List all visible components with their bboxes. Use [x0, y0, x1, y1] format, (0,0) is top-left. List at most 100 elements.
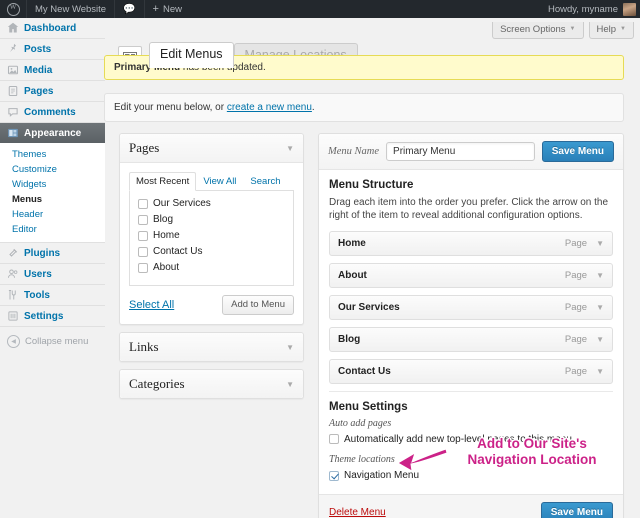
sidebar-item-plugins[interactable]: Plugins [0, 243, 105, 264]
page-checkbox[interactable] [138, 215, 148, 225]
menu-item-row[interactable]: Contact Us Page ▼ [329, 359, 613, 384]
menu-structure-body: Menu Structure Drag each item into the o… [319, 170, 623, 494]
list-item[interactable]: Home [138, 230, 285, 242]
screen-options-button[interactable]: Screen Options ▼ [492, 22, 584, 39]
subtab-most-recent[interactable]: Most Recent [129, 172, 197, 191]
new-content-menu[interactable]: + New [145, 0, 190, 18]
chevron-down-icon[interactable]: ▼ [596, 335, 604, 344]
list-item[interactable]: About [138, 262, 285, 274]
menu-item-label: Blog [338, 334, 361, 345]
sidebar-item-dashboard[interactable]: Dashboard [0, 18, 105, 39]
collapse-menu-label: Collapse menu [25, 335, 89, 347]
auto-add-pages-row[interactable]: Automatically add new top-level pages to… [329, 433, 613, 446]
submenu-item-menus[interactable]: Menus [0, 192, 105, 207]
links-panel-title: Links [129, 339, 159, 354]
page-checkbox[interactable] [138, 247, 148, 257]
sidebar-item-appearance[interactable]: Appearance [0, 123, 112, 143]
add-to-menu-button[interactable]: Add to Menu [222, 295, 294, 315]
menu-item-row[interactable]: Home Page ▼ [329, 231, 613, 256]
admin-sidebar: Dashboard Posts Media Pages Comments App… [0, 18, 112, 518]
create-new-menu-link[interactable]: create a new menu [227, 102, 312, 113]
sidebar-item-label: Users [24, 268, 52, 280]
menu-item-label: About [338, 270, 367, 281]
page-checkbox[interactable] [138, 231, 148, 241]
menu-item-type: Page [564, 302, 588, 313]
wordpress-logo-menu[interactable] [0, 0, 26, 18]
menu-item-meta: Page ▼ [565, 270, 604, 281]
chevron-down-icon[interactable]: ▼ [286, 144, 294, 153]
help-button[interactable]: Help ▼ [588, 22, 634, 39]
submenu-item-editor[interactable]: Editor [0, 222, 105, 237]
auto-add-pages-checkbox[interactable] [329, 434, 339, 444]
sidebar-item-label: Comments [24, 106, 76, 118]
chevron-down-icon[interactable]: ▼ [286, 343, 294, 352]
menu-name-input[interactable] [386, 142, 535, 161]
sidebar-item-tools[interactable]: Tools [0, 285, 105, 306]
menu-item-label: Contact Us [338, 366, 391, 377]
collapse-menu-button[interactable]: ◀ Collapse menu [0, 330, 105, 352]
sidebar-item-users[interactable]: Users [0, 264, 105, 285]
menu-item-meta: Page ▼ [565, 334, 604, 345]
comments-menu[interactable]: 💬 [115, 0, 143, 18]
sidebar-item-comments[interactable]: Comments [0, 102, 105, 123]
page-label: Blog [153, 214, 174, 225]
chevron-down-icon: ▼ [620, 26, 626, 32]
chevron-down-icon[interactable]: ▼ [596, 367, 604, 376]
subtab-search[interactable]: Search [243, 172, 287, 191]
delete-menu-link[interactable]: Delete Menu [329, 507, 386, 518]
sidebar-item-label: Tools [24, 289, 50, 301]
menu-item-type: Page [564, 334, 588, 345]
submenu-item-widgets[interactable]: Widgets [0, 177, 105, 192]
list-item[interactable]: Contact Us [138, 246, 285, 258]
menu-item-type: Page [564, 270, 588, 281]
wordpress-logo-icon [6, 2, 20, 16]
edit-menu-info: Edit your menu below, or create a new me… [104, 93, 624, 122]
submenu-item-header[interactable]: Header [0, 207, 105, 222]
categories-panel-title: Categories [129, 376, 185, 391]
links-panel-header[interactable]: Links ▼ [120, 333, 303, 361]
sidebar-item-label: Plugins [24, 247, 61, 259]
sidebar-item-pages[interactable]: Pages [0, 81, 105, 102]
menu-item-row[interactable]: Our Services Page ▼ [329, 295, 613, 320]
chevron-down-icon[interactable]: ▼ [596, 239, 604, 248]
submenu-item-themes[interactable]: Themes [0, 147, 105, 162]
chevron-left-icon: ◀ [7, 334, 20, 348]
list-item[interactable]: Our Services [138, 198, 285, 210]
page-checkbox[interactable] [138, 263, 148, 273]
chevron-down-icon[interactable]: ▼ [596, 271, 604, 280]
theme-location-row[interactable]: Navigation Menu [329, 469, 613, 482]
site-name-menu[interactable]: My New Website [27, 0, 114, 18]
list-item[interactable]: Blog [138, 214, 285, 226]
chevron-down-icon[interactable]: ▼ [286, 380, 294, 389]
sidebar-item-settings[interactable]: Settings [0, 306, 105, 327]
comment-bubble-icon: 💬 [123, 3, 136, 15]
save-menu-button-bottom[interactable]: Save Menu [540, 502, 613, 518]
navigation-menu-checkbox[interactable] [329, 470, 339, 481]
select-all-link[interactable]: Select All [129, 299, 174, 311]
sidebar-item-label: Media [24, 64, 53, 76]
page-checkbox[interactable] [138, 199, 148, 209]
left-arrow-annotation [397, 448, 448, 472]
menu-item-label: Home [338, 238, 366, 249]
auto-add-pages-label: Auto add pages [329, 418, 392, 429]
site-name-label: My New Website [35, 3, 107, 15]
howdy-label: Howdy, myname [547, 3, 618, 15]
save-menu-button-top[interactable]: Save Menu [541, 141, 614, 162]
page-label: Our Services [153, 198, 211, 209]
adminbar-account-area[interactable]: Howdy, myname [547, 2, 640, 16]
menu-item-row[interactable]: About Page ▼ [329, 263, 613, 288]
submenu-item-customize[interactable]: Customize [0, 162, 105, 177]
tab-edit-menus[interactable]: Edit Menus [149, 42, 234, 68]
admin-bar: My New Website 💬 + New Howdy, myname [0, 0, 640, 18]
sidebar-item-posts[interactable]: Posts [0, 39, 105, 60]
subtab-view-all[interactable]: View All [196, 172, 243, 191]
menu-item-label: Our Services [338, 302, 400, 313]
dashboard-icon [7, 22, 19, 33]
chevron-down-icon[interactable]: ▼ [596, 303, 604, 312]
menu-item-row[interactable]: Blog Page ▼ [329, 327, 613, 352]
sidebar-item-label: Posts [24, 43, 52, 55]
pages-panel-header[interactable]: Pages ▼ [120, 134, 303, 163]
sidebar-item-media[interactable]: Media [0, 60, 105, 81]
categories-panel-header[interactable]: Categories ▼ [120, 370, 303, 398]
appearance-submenu: Themes Customize Widgets Menus Header Ed… [0, 143, 105, 243]
